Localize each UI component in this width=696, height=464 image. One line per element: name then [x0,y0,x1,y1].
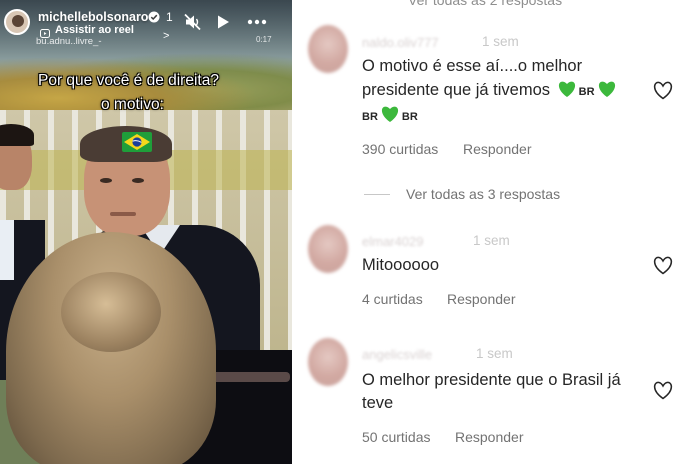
brazil-flag-code: BR [362,111,378,123]
play-icon[interactable] [215,14,231,30]
comment-text-line: presidente que já tivemos [362,81,551,99]
comment-text: presidente que já tivemos BR [362,80,619,100]
comment-text-line: O motivo é esse aí....o melhor [362,57,583,75]
comment-avatar[interactable] [308,25,348,73]
brazil-flag-code: BR [401,111,418,123]
comment-text: O motivo é esse aí....o melhor [362,57,582,76]
brazil-flag-code: BR [578,86,595,98]
verified-badge-icon [148,11,160,23]
green-heart-icon [558,81,575,97]
like-heart-icon[interactable] [653,381,673,400]
story-audio-label: bu.adnu..livre_- [36,36,102,47]
comment-time: 1 sem [473,233,510,248]
comment-time: 1 sem [476,346,513,361]
like-heart-icon[interactable] [653,81,673,100]
comment-likes[interactable]: 4 curtidas [362,291,423,307]
reel-story-panel[interactable]: michellebolsonaro 1 bu.adnu..livre_- Ass… [0,0,292,464]
comment-text: O melhor presidente que o Brasil já [362,371,621,390]
green-heart-icon [381,106,398,122]
comment-text-line: teve [362,394,394,412]
reply-button[interactable]: Responder [447,291,516,307]
reply-button[interactable]: Responder [455,429,524,445]
comment-avatar[interactable] [308,338,348,386]
green-heart-icon [598,81,615,97]
comment-username[interactable]: naldo.oliv777 [362,35,439,50]
comment-text: teve [362,394,393,413]
replies-line [364,194,390,195]
view-replies-link[interactable]: Ver todas as 3 respostas [406,186,560,202]
comment-text-line: Mitoooooo [362,256,440,274]
comment-avatar[interactable] [308,225,348,273]
chevron-right-icon[interactable]: > [163,30,169,42]
more-icon[interactable] [246,14,268,30]
story-age: 1 [166,10,173,24]
video-caption-question: Por que você é de direita? [38,72,219,89]
comment-likes[interactable]: 390 curtidas [362,141,438,157]
comment-likes[interactable]: 50 curtidas [362,429,430,445]
video-timer: 0:17 [256,35,272,44]
comment-text-line: O melhor presidente que o Brasil já [362,371,621,389]
story-avatar[interactable] [4,9,30,35]
story-username[interactable]: michellebolsonaro [38,10,148,24]
reply-button[interactable]: Responder [463,141,532,157]
mute-icon[interactable] [184,13,202,31]
video-person-foreground [6,232,216,464]
comments-panel: Ver todas as 2 respostas naldo.oliv777 1… [298,0,696,464]
view-replies-link-top[interactable]: Ver todas as 2 respostas [408,0,562,8]
like-heart-icon[interactable] [653,256,673,275]
video-caption-answer: o motivo: [101,96,164,113]
comment-text: BR BR [362,105,418,125]
comment-time: 1 sem [482,34,519,49]
comment-username[interactable]: elmar4029 [362,234,423,249]
watch-reel-link[interactable]: Assistir ao reel [55,24,134,36]
comment-text: Mitoooooo [362,256,439,275]
brazil-flag-icon [122,132,152,152]
comment-username[interactable]: angelicsville [362,347,432,362]
